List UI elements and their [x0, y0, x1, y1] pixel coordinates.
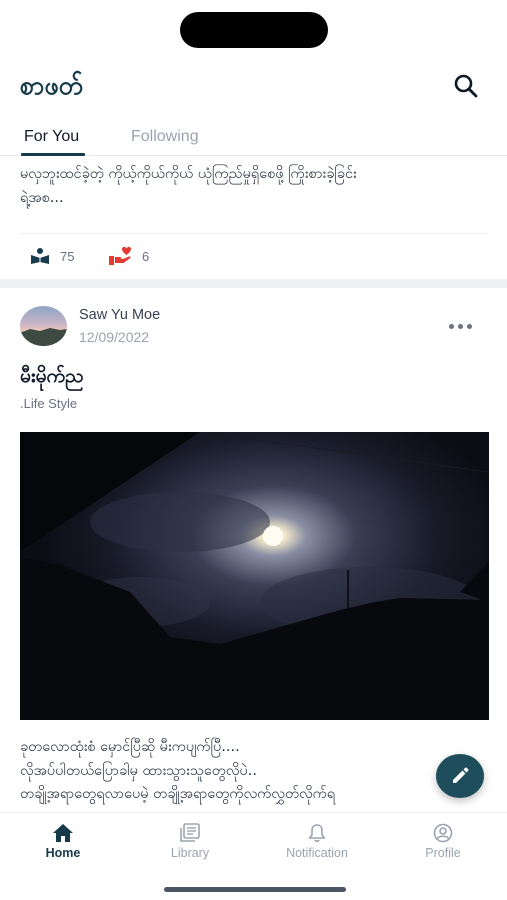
- section-separator: [0, 279, 507, 288]
- excerpt-line: ရဲ့အစ...: [20, 190, 64, 206]
- nav-home[interactable]: Home: [8, 823, 118, 860]
- nav-notification[interactable]: Notification: [262, 823, 372, 860]
- tab-for-you[interactable]: For You: [24, 128, 79, 146]
- post-date: 12/09/2022: [79, 329, 150, 345]
- search-icon: [454, 74, 478, 98]
- nav-notification-label: Notification: [286, 846, 348, 860]
- heart-hand-icon: [109, 246, 131, 265]
- post-title[interactable]: မီးမိုက်ည: [20, 364, 84, 392]
- profile-icon: [433, 823, 453, 843]
- search-button[interactable]: [452, 72, 480, 100]
- post-category[interactable]: .Life Style: [20, 396, 77, 411]
- app-title: စာဖတ်: [20, 71, 83, 100]
- device-notch: [180, 12, 328, 48]
- nav-home-label: Home: [45, 846, 81, 860]
- reads-value: 75: [60, 248, 75, 264]
- likes-count[interactable]: 6: [108, 246, 149, 266]
- home-icon: [53, 824, 73, 842]
- divider: [20, 233, 488, 234]
- likes-value: 6: [142, 248, 150, 264]
- write-post-button[interactable]: [436, 754, 484, 798]
- more-options-button[interactable]: [446, 318, 474, 334]
- post-image[interactable]: [20, 432, 489, 720]
- nav-profile-label: Profile: [425, 846, 461, 860]
- nav-library-label: Library: [170, 846, 210, 860]
- author-name[interactable]: Saw Yu Moe: [79, 307, 160, 323]
- excerpt-line: မလှဘူးထင်ခဲ့တဲ့ ကိုယ့်ကိုယ်ကိုယ် ယုံကြည်…: [20, 166, 357, 182]
- body-line: တချို့အရာတွေရလာပေမဲ့ တချို့အရာတွေကိုလက်လ…: [20, 786, 336, 802]
- bell-icon: [308, 824, 326, 842]
- body-line: လိုအပ်ပါတယ်ပြောခါမှ ထားသွားသူတွေလိုပဲ..: [20, 762, 257, 779]
- book-reader-icon: [31, 248, 49, 264]
- reads-count: 75: [30, 246, 74, 266]
- nav-profile[interactable]: Profile: [388, 823, 498, 860]
- more-icon: [448, 323, 454, 329]
- body-line: ခုတလောထုံးစံ မှောင်ပြီဆို မီးကပျက်ပြီ...…: [20, 739, 240, 755]
- feed-tabs: For You Following: [0, 120, 507, 156]
- author-avatar[interactable]: [20, 306, 67, 346]
- tab-following[interactable]: Following: [131, 128, 199, 146]
- active-tab-indicator: [21, 153, 85, 156]
- previous-post-excerpt[interactable]: မလှဘူးထင်ခဲ့တဲ့ ကိုယ့်ကိုယ်ကိုယ် ယုံကြည်…: [20, 162, 490, 210]
- pencil-icon: [453, 767, 469, 783]
- home-indicator[interactable]: [164, 887, 346, 892]
- library-icon: [180, 823, 200, 842]
- post-body[interactable]: ခုတလောထုံးစံ မှောင်ပြီဆို မီးကပျက်ပြီ...…: [20, 736, 495, 814]
- nav-library[interactable]: Library: [135, 823, 245, 860]
